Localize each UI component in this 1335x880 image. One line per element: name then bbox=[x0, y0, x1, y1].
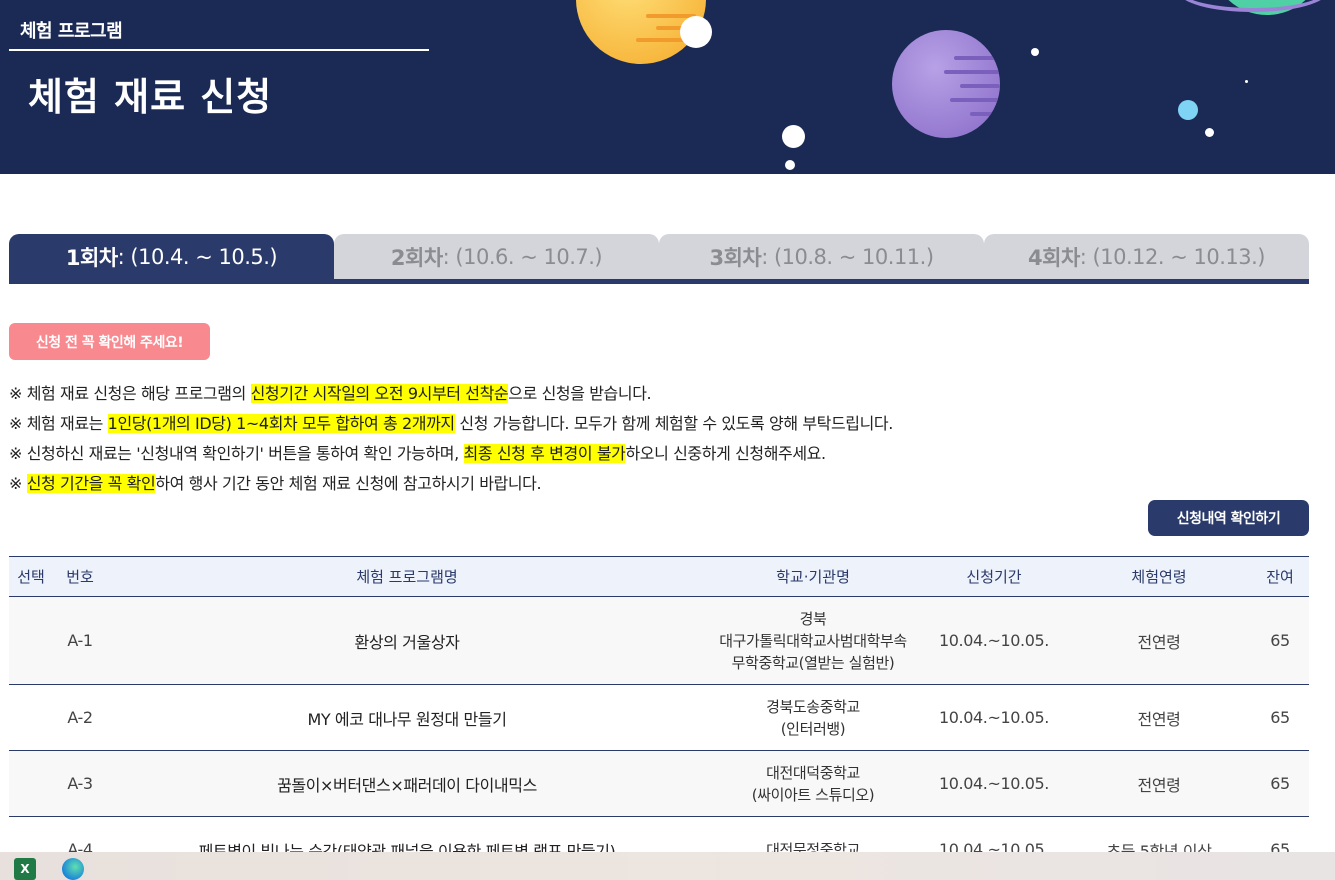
table-row[interactable]: A-2 MY 에코 대나무 원정대 만들기 경북도송중학교 (인터러뱅) 10.… bbox=[9, 685, 1309, 751]
notice-badge: 신청 전 꼭 확인해 주세요! bbox=[9, 323, 210, 360]
notice-highlight: 최종 신청 후 변경이 불가 bbox=[463, 444, 626, 463]
notice-text: 하여 행사 기간 동안 체험 재료 신청에 참고하시기 바랍니다. bbox=[155, 474, 542, 493]
star-decoration bbox=[680, 16, 712, 48]
tab-label: 4회차 bbox=[1028, 245, 1080, 270]
planet-ring-decoration bbox=[1178, 0, 1328, 12]
notice-list: ※ 체험 재료 신청은 해당 프로그램의 신청기간 시작일의 오전 9시부터 선… bbox=[9, 382, 1109, 502]
remaining-count: 65 bbox=[1270, 708, 1290, 727]
notice-text: 신청 가능합니다. 모두가 함께 체험할 수 있도록 양해 부탁드립니다. bbox=[454, 414, 893, 433]
program-name: 꿈돌이×버터댄스×패러데이 다이내믹스 bbox=[277, 775, 537, 795]
notice-text: ※ bbox=[9, 474, 27, 493]
tab-period: : (10.8. ~ 10.11.) bbox=[761, 244, 934, 269]
column-header-program: 체험 프로그램명 bbox=[356, 568, 458, 586]
notice-line: ※ 신청 기간을 꼭 확인하여 행사 기간 동안 체험 재료 신청에 참고하시기… bbox=[9, 472, 1109, 502]
star-decoration bbox=[1178, 100, 1198, 120]
school-name: 경북 대구가톨릭대학교사범대학부속 무학중학교(열받는 실험반) bbox=[699, 597, 927, 684]
page-banner: 체험 프로그램 체험 재료 신청 bbox=[0, 0, 1335, 174]
table-row[interactable]: A-1 환상의 거울상자 경북 대구가톨릭대학교사범대학부속 무학중학교(열받는… bbox=[9, 597, 1309, 685]
apply-period: 10.04.~10.05. bbox=[939, 708, 1049, 727]
remaining-count: 65 bbox=[1270, 774, 1290, 793]
tab-label: 3회차 bbox=[709, 245, 762, 270]
school-line: (싸이아트 스튜디오) bbox=[751, 785, 875, 804]
notice-line: ※ 신청하신 재료는 '신청내역 확인하기' 버튼을 통하여 확인 가능하며, … bbox=[9, 442, 1109, 472]
row-number: A-3 bbox=[67, 774, 93, 793]
program-table: 선택 번호 체험 프로그램명 학교·기관명 신청기간 체험연령 잔여 A-1 환… bbox=[9, 556, 1309, 880]
school-line: 경북도송중학교 bbox=[766, 697, 860, 716]
tab-round-4[interactable]: 4회차 : (10.12. ~ 10.13.) bbox=[984, 234, 1309, 279]
purple-planet-decoration bbox=[892, 30, 1000, 138]
school-line: 무학중학교(열받는 실험반) bbox=[731, 653, 895, 672]
notice-text: ※ 신청하신 재료는 '신청내역 확인하기' 버튼을 통하여 확인 가능하며, bbox=[9, 444, 464, 463]
notice-text: 하오니 신중하게 신청해주세요. bbox=[625, 444, 826, 463]
page-title: 체험 재료 신청 bbox=[28, 75, 273, 119]
tab-round-3[interactable]: 3회차 : (10.8. ~ 10.11.) bbox=[659, 234, 984, 279]
tab-round-2[interactable]: 2회차 : (10.6. ~ 10.7.) bbox=[334, 234, 659, 279]
tab-period: : (10.6. ~ 10.7.) bbox=[442, 244, 603, 269]
star-decoration bbox=[1205, 128, 1214, 137]
breadcrumb: 체험 프로그램 bbox=[20, 21, 123, 42]
row-number: A-1 bbox=[67, 631, 93, 650]
program-name: MY 에코 대나무 원정대 만들기 bbox=[307, 709, 507, 729]
tab-label: 1회차 bbox=[65, 245, 118, 270]
round-tabs: 1회차 : (10.4. ~ 10.5.) 2회차 : (10.6. ~ 10.… bbox=[9, 234, 1309, 284]
column-header-age: 체험연령 bbox=[1131, 568, 1187, 586]
notice-highlight: 신청기간 시작일의 오전 9시부터 선착순 bbox=[250, 384, 509, 403]
edge-icon[interactable] bbox=[62, 858, 84, 880]
table-row[interactable]: A-3 꿈돌이×버터댄스×패러데이 다이내믹스 대전대덕중학교 (싸이아트 스튜… bbox=[9, 751, 1309, 817]
column-header-period: 신청기간 bbox=[966, 568, 1022, 586]
row-number: A-2 bbox=[67, 708, 93, 727]
star-decoration bbox=[1245, 80, 1248, 83]
table-header: 선택 번호 체험 프로그램명 학교·기관명 신청기간 체험연령 잔여 bbox=[9, 556, 1309, 597]
tab-period: : (10.4. ~ 10.5.) bbox=[117, 244, 278, 269]
star-decoration bbox=[785, 160, 795, 170]
school-line: 경북 bbox=[799, 609, 827, 628]
remaining-count: 65 bbox=[1270, 631, 1290, 650]
column-header-number: 번호 bbox=[66, 568, 94, 586]
tab-baseline bbox=[9, 279, 1309, 284]
column-header-remaining: 잔여 bbox=[1266, 568, 1294, 586]
target-age: 전연령 bbox=[1137, 632, 1181, 652]
column-header-select: 선택 bbox=[17, 568, 45, 586]
notice-line: ※ 체험 재료는 1인당(1개의 ID당) 1~4회차 모두 합하여 총 2개까… bbox=[9, 412, 1109, 442]
school-name: 대전대덕중학교 (싸이아트 스튜디오) bbox=[699, 751, 927, 816]
check-application-button[interactable]: 신청내역 확인하기 bbox=[1148, 500, 1309, 536]
notice-highlight: 신청 기간을 꼭 확인 bbox=[26, 474, 156, 493]
star-decoration bbox=[1031, 48, 1039, 56]
notice-line: ※ 체험 재료 신청은 해당 프로그램의 신청기간 시작일의 오전 9시부터 선… bbox=[9, 382, 1109, 412]
column-header-school: 학교·기관명 bbox=[776, 568, 850, 586]
apply-period: 10.04.~10.05. bbox=[939, 774, 1049, 793]
apply-period: 10.04.~10.05. bbox=[939, 631, 1049, 650]
excel-icon[interactable]: X bbox=[14, 858, 36, 880]
tab-period: : (10.12. ~ 10.13.) bbox=[1079, 244, 1266, 269]
breadcrumb-divider bbox=[9, 49, 429, 51]
school-line: (인터러뱅) bbox=[780, 719, 846, 738]
school-line: 대전대덕중학교 bbox=[766, 763, 860, 782]
star-decoration bbox=[782, 125, 805, 148]
tab-label: 2회차 bbox=[390, 245, 443, 270]
notice-text: ※ 체험 재료 신청은 해당 프로그램의 bbox=[9, 384, 251, 403]
notice-text: 으로 신청을 받습니다. bbox=[508, 384, 652, 403]
os-taskbar: X bbox=[0, 852, 1335, 880]
school-name: 경북도송중학교 (인터러뱅) bbox=[699, 685, 927, 750]
notice-text: ※ 체험 재료는 bbox=[9, 414, 108, 433]
notice-highlight: 1인당(1개의 ID당) 1~4회차 모두 합하여 총 2개까지 bbox=[107, 414, 455, 433]
target-age: 전연령 bbox=[1137, 709, 1181, 729]
tab-round-1[interactable]: 1회차 : (10.4. ~ 10.5.) bbox=[9, 234, 334, 279]
target-age: 전연령 bbox=[1137, 775, 1181, 795]
school-line: 대구가톨릭대학교사범대학부속 bbox=[719, 631, 907, 650]
program-name: 환상의 거울상자 bbox=[354, 632, 460, 652]
